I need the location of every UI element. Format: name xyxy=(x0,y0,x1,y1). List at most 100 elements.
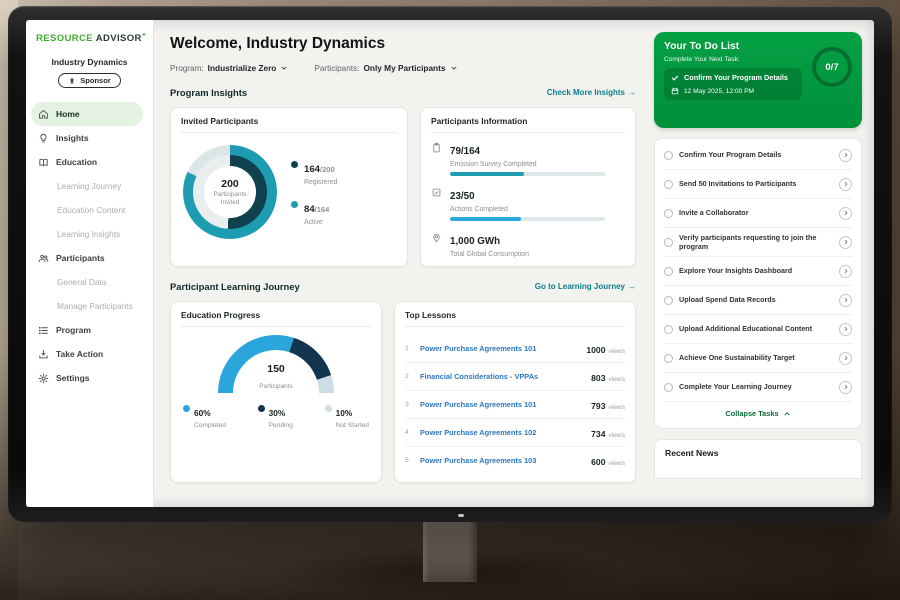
lesson-link[interactable]: Power Purchase Agreements 101 xyxy=(420,344,579,353)
link-label: Go to Learning Journey xyxy=(535,282,625,291)
sidebar-item-program[interactable]: Program xyxy=(26,318,153,342)
legend-value: 10% xyxy=(336,408,353,418)
check-more-insights-link[interactable]: Check More Insights → xyxy=(547,88,636,97)
medal-icon xyxy=(68,77,76,85)
task-label: Send 50 Invitations to Participants xyxy=(679,179,833,188)
sidebar-item-insights[interactable]: Insights xyxy=(26,126,153,150)
legend-item-registered: 164/200 Registered xyxy=(291,159,337,186)
invited-participants-donut: 200 Participants Invited xyxy=(183,145,277,239)
chevron-right-icon[interactable] xyxy=(839,381,852,394)
legend-total: /164 xyxy=(315,205,330,214)
donut-center-label: Participants Invited xyxy=(209,191,251,205)
task-label: Invite a Collaborator xyxy=(679,208,833,217)
todo-task-row[interactable]: Verify participants requesting to join t… xyxy=(664,228,852,257)
top-lessons-card: Top Lessons 1 Power Purchase Agreements … xyxy=(394,301,636,483)
pin-icon xyxy=(431,232,442,258)
task-checkbox[interactable] xyxy=(664,151,673,160)
lesson-link[interactable]: Financial Considerations - VPPAs xyxy=(420,372,584,381)
logo-secondary: ADVISOR xyxy=(96,33,142,44)
sidebar-item-settings[interactable]: Settings xyxy=(26,366,153,390)
views-suffix: views xyxy=(609,404,626,411)
task-checkbox[interactable] xyxy=(664,209,673,218)
sponsor-badge: Sponsor xyxy=(58,73,120,88)
sidebar-item-education[interactable]: Education xyxy=(26,150,153,174)
task-label: Upload Additional Educational Content xyxy=(679,324,833,333)
chevron-right-icon[interactable] xyxy=(839,149,852,162)
lesson-views: 734views xyxy=(591,424,625,442)
todo-task-row[interactable]: Send 50 Invitations to Participants xyxy=(664,170,852,199)
filter-label: Program: xyxy=(170,64,204,73)
next-task-box[interactable]: Confirm Your Program Details 12 May 2025… xyxy=(664,68,802,100)
monitor-stand xyxy=(423,518,477,582)
gauge-center-label: Participants xyxy=(259,383,292,390)
chevron-right-icon[interactable] xyxy=(839,323,852,336)
stat-emission-survey: 79/164 Emission Survey Completed xyxy=(431,141,625,176)
todo-task-row[interactable]: Complete Your Learning Journey xyxy=(664,373,852,402)
todo-task-row[interactable]: Explore Your Insights Dashboard xyxy=(664,257,852,286)
chevron-right-icon[interactable] xyxy=(839,265,852,278)
participants-information-card: Participants Information 79/164 Emission… xyxy=(420,107,636,267)
chevron-right-icon[interactable] xyxy=(839,207,852,220)
views-count: 1000 xyxy=(586,345,605,355)
sidebar-item-take-action[interactable]: Take Action xyxy=(26,342,153,366)
todo-task-row[interactable]: Achieve One Sustainability Target xyxy=(664,344,852,373)
lesson-link[interactable]: Power Purchase Agreements 103 xyxy=(420,456,584,465)
collapse-tasks-link[interactable]: Collapse Tasks xyxy=(664,402,852,426)
sidebar-item-learning-insights[interactable]: Learning Insights xyxy=(26,222,153,246)
sidebar-item-label: Program xyxy=(56,325,91,335)
chevron-right-icon[interactable] xyxy=(839,294,852,307)
program-filter-dropdown[interactable]: Program: Industrialize Zero xyxy=(170,63,288,73)
recent-news-header[interactable]: Recent News xyxy=(654,439,862,479)
legend-dot xyxy=(183,405,190,412)
lesson-views: 803views xyxy=(591,368,625,386)
task-label: Explore Your Insights Dashboard xyxy=(679,266,833,275)
task-checkbox[interactable] xyxy=(664,383,673,392)
lesson-link[interactable]: Power Purchase Agreements 102 xyxy=(420,428,584,437)
chevron-right-icon[interactable] xyxy=(839,352,852,365)
sidebar-item-education-content[interactable]: Education Content xyxy=(26,198,153,222)
sidebar-item-label: Learning Insights xyxy=(57,229,120,239)
legend-dot xyxy=(325,405,332,412)
task-checkbox[interactable] xyxy=(664,267,673,276)
task-label: Verify participants requesting to join t… xyxy=(679,233,833,252)
participants-filter-dropdown[interactable]: Participants: Only My Participants xyxy=(314,63,457,73)
todo-task-row[interactable]: Confirm Your Program Details xyxy=(664,141,852,170)
task-checkbox[interactable] xyxy=(664,296,673,305)
checklist-icon xyxy=(431,187,442,221)
section-title: Participant Learning Journey xyxy=(170,281,300,292)
todo-progress-ring: 0/7 xyxy=(812,47,852,87)
program-insights-header: Program Insights Check More Insights → xyxy=(170,87,636,98)
legend-label: Pending xyxy=(269,422,293,429)
sidebar-item-manage-participants[interactable]: Manage Participants xyxy=(26,294,153,318)
stat-label: Total Global Consumption xyxy=(450,251,625,258)
sidebar-item-label: Settings xyxy=(56,373,90,383)
collapse-label: Collapse Tasks xyxy=(725,409,778,418)
legend-item-completed: 60% Completed xyxy=(183,403,226,429)
task-label: Confirm Your Program Details xyxy=(679,150,833,159)
sidebar-item-home[interactable]: Home xyxy=(31,102,143,126)
gauge-center: 150 Participants xyxy=(218,363,334,393)
todo-task-row[interactable]: Upload Spend Data Records xyxy=(664,286,852,315)
chevron-right-icon[interactable] xyxy=(839,236,852,249)
gauge-center-value: 150 xyxy=(218,363,334,375)
todo-task-row[interactable]: Upload Additional Educational Content xyxy=(664,315,852,344)
sidebar-item-learning-journey[interactable]: Learning Journey xyxy=(26,174,153,198)
task-checkbox[interactable] xyxy=(664,354,673,363)
task-checkbox[interactable] xyxy=(664,325,673,334)
logo-primary: RESOURCE xyxy=(36,33,93,44)
todo-progress-value: 0/7 xyxy=(825,62,838,73)
task-checkbox[interactable] xyxy=(664,238,673,247)
legend-label: Completed xyxy=(194,422,226,429)
power-led xyxy=(458,514,464,517)
lesson-link[interactable]: Power Purchase Agreements 101 xyxy=(420,400,584,409)
sidebar-item-general-data[interactable]: General Data xyxy=(26,270,153,294)
donut-center-value: 200 xyxy=(221,178,239,190)
views-suffix: views xyxy=(609,460,626,467)
list-icon xyxy=(38,325,49,336)
go-to-learning-journey-link[interactable]: Go to Learning Journey → xyxy=(535,282,636,291)
sidebar-item-participants[interactable]: Participants xyxy=(26,246,153,270)
task-checkbox[interactable] xyxy=(664,180,673,189)
gauge-legend: 60% Completed 30% Pending 10% Not Starte… xyxy=(181,403,371,429)
todo-task-row[interactable]: Invite a Collaborator xyxy=(664,199,852,228)
chevron-right-icon[interactable] xyxy=(839,178,852,191)
